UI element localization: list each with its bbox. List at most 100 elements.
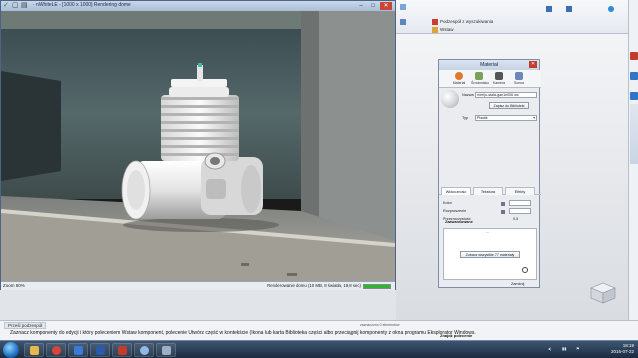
folder-icon [30, 346, 39, 355]
network-icon[interactable]: ▮▮ [562, 346, 566, 351]
cad-statusbar: Prześl podzespół Zaznacz komponenty do e… [0, 320, 638, 340]
carburetor [206, 179, 226, 199]
clock[interactable]: 18:19 2016-07-22 [611, 343, 634, 355]
right-vertical-tabs [628, 0, 638, 340]
type-label: Typ [462, 116, 469, 120]
tab-scene[interactable]: Scena [511, 72, 527, 88]
scene-icon [515, 72, 523, 80]
material-advanced-panel: Zaawansowane ... Zobacz wszystkie 77 mat… [443, 220, 537, 280]
close-icon[interactable]: ✕ [529, 61, 537, 68]
save-icon[interactable]: ✓ [3, 2, 11, 10]
close-button[interactable]: Zamknij [511, 282, 524, 286]
cad-ribbon: Podzespół z wyszukiwania Wstaw [396, 0, 628, 34]
render-titlebar[interactable]: ✓ ▢ ▤ · nWhiteLE - [1000 x 1000] Renderi… [1, 1, 395, 11]
tab-label: Materiał [452, 81, 466, 85]
type-value: Plastik [477, 116, 488, 120]
flag-icon[interactable]: ⚑ [576, 346, 580, 351]
media-icon [74, 346, 83, 355]
subtab-effects[interactable]: Efekty [505, 187, 535, 195]
tab-label: Kamera [492, 81, 506, 85]
tab-camera[interactable]: Kamera [491, 72, 507, 88]
insert-icon [432, 27, 438, 33]
chevron-down-icon: ▾ [533, 116, 535, 120]
subtab-texture[interactable]: Tekstura [473, 187, 503, 195]
system-tray: ◂) ▮▮ ⚑ 18:19 2016-07-22 [538, 341, 638, 358]
tool-icon [566, 6, 572, 12]
tab-environment[interactable]: Środowisko [471, 72, 489, 88]
render-window-title: · nWhiteLE - [1000 x 1000] Rendering dom… [33, 2, 131, 8]
diffuse-label: Rozproszenie [443, 209, 467, 213]
spark-plug [197, 65, 203, 81]
vertical-tab-icon[interactable] [630, 72, 638, 80]
print-icon[interactable]: ▤ [21, 2, 29, 10]
save-to-library-button[interactable]: Zapisz do Biblioteki [489, 102, 529, 109]
maximize-button[interactable]: □ [367, 2, 379, 10]
taskbar-app-render[interactable] [134, 343, 154, 357]
engine-side-cap [241, 165, 261, 213]
ribbon-icon-c[interactable] [546, 6, 554, 12]
vertical-tab-icon[interactable] [630, 52, 638, 60]
subtab-visibility[interactable]: Widoczność [441, 187, 471, 195]
taskbar: Znajdź polecenie ◂) ▮▮ ⚑ 18:19 2016-07-2… [0, 333, 638, 358]
ribbon-button-wstaw[interactable]: Wstaw [432, 27, 454, 33]
component-icon [432, 19, 438, 25]
command-search-label[interactable]: Znajdź polecenie [440, 333, 472, 338]
ribbon-icon-a[interactable] [400, 19, 408, 25]
material-dialog-title: Materiał ✕ [439, 60, 539, 70]
selection-status: zaznaczono 0 elementów [360, 323, 400, 327]
render-status-text: Renderowanie domu (10 MB, 8 światła, 19,… [267, 283, 361, 288]
rendered-scene [1, 11, 395, 281]
taskbar-app-tool[interactable] [156, 343, 176, 357]
zoom-level: Zoom 60% [3, 283, 25, 288]
document-icon [96, 346, 105, 355]
transparency-value[interactable]: 0,5 [513, 217, 518, 221]
debris [241, 263, 249, 266]
volume-icon[interactable]: ◂) [548, 346, 551, 351]
taskbar-app-word[interactable] [90, 343, 110, 357]
tool-icon [546, 6, 552, 12]
ribbon-icon-e[interactable] [608, 6, 616, 12]
ribbon-label: Wstaw [440, 27, 454, 33]
vertical-tab-icon[interactable] [630, 92, 638, 100]
start-button[interactable] [3, 342, 19, 358]
viewcube-icon[interactable] [590, 282, 616, 304]
color-swatch[interactable] [509, 200, 531, 206]
taskbar-app-chrome[interactable] [46, 343, 66, 357]
view-all-materials-button[interactable]: Zobacz wszystkie 77 materiały [460, 251, 520, 258]
render-progress-bar [363, 284, 391, 289]
search-icon[interactable] [522, 267, 528, 273]
taskbar-app-media[interactable] [68, 343, 88, 357]
lock-icon[interactable] [501, 202, 505, 206]
name-label: Nazwa [462, 93, 474, 97]
material-tabs: Materiał Środowisko Kamera Scena [439, 70, 541, 88]
tool-icon [400, 4, 406, 10]
taskbar-app-cad[interactable] [112, 343, 132, 357]
cylinder-fins [161, 79, 239, 161]
ribbon-icon-b[interactable] [400, 4, 408, 10]
engine-shadow [123, 218, 279, 232]
status-hint: Zaznacz komponenty do edycji i który pol… [10, 330, 476, 336]
breadcrumb[interactable]: Prześl podzespół [4, 322, 47, 329]
diffuse-swatch[interactable] [509, 208, 531, 214]
tool-icon [162, 346, 171, 355]
ribbon-button-podzespol[interactable]: Podzespół z wyszukiwania [432, 19, 493, 25]
close-button[interactable]: ✕ [380, 2, 392, 10]
minimize-button[interactable]: – [355, 2, 367, 10]
cad-lower-panel [0, 290, 396, 320]
ribbon-icon-d[interactable] [566, 6, 574, 12]
tab-material[interactable]: Materiał [451, 72, 467, 88]
debris [287, 273, 297, 276]
lock-icon[interactable] [501, 210, 505, 214]
material-dialog-title-text: Materiał [480, 62, 498, 68]
copy-icon[interactable]: ▢ [12, 2, 20, 10]
material-subtabs: Widoczność Tekstura Efekty [439, 186, 541, 195]
engine-cover-inner [127, 170, 145, 210]
tab-label: Scena [514, 81, 524, 85]
material-type-select[interactable]: Plastik ▾ [475, 115, 537, 121]
help-icon [608, 6, 614, 12]
advanced-label: Zaawansowane [445, 220, 473, 224]
material-name-field[interactable]: meri(u-stala-gan1e006 ws [475, 92, 537, 98]
render-icon [140, 346, 149, 355]
progress-fill [364, 285, 390, 288]
taskbar-app-explorer[interactable] [24, 343, 44, 357]
